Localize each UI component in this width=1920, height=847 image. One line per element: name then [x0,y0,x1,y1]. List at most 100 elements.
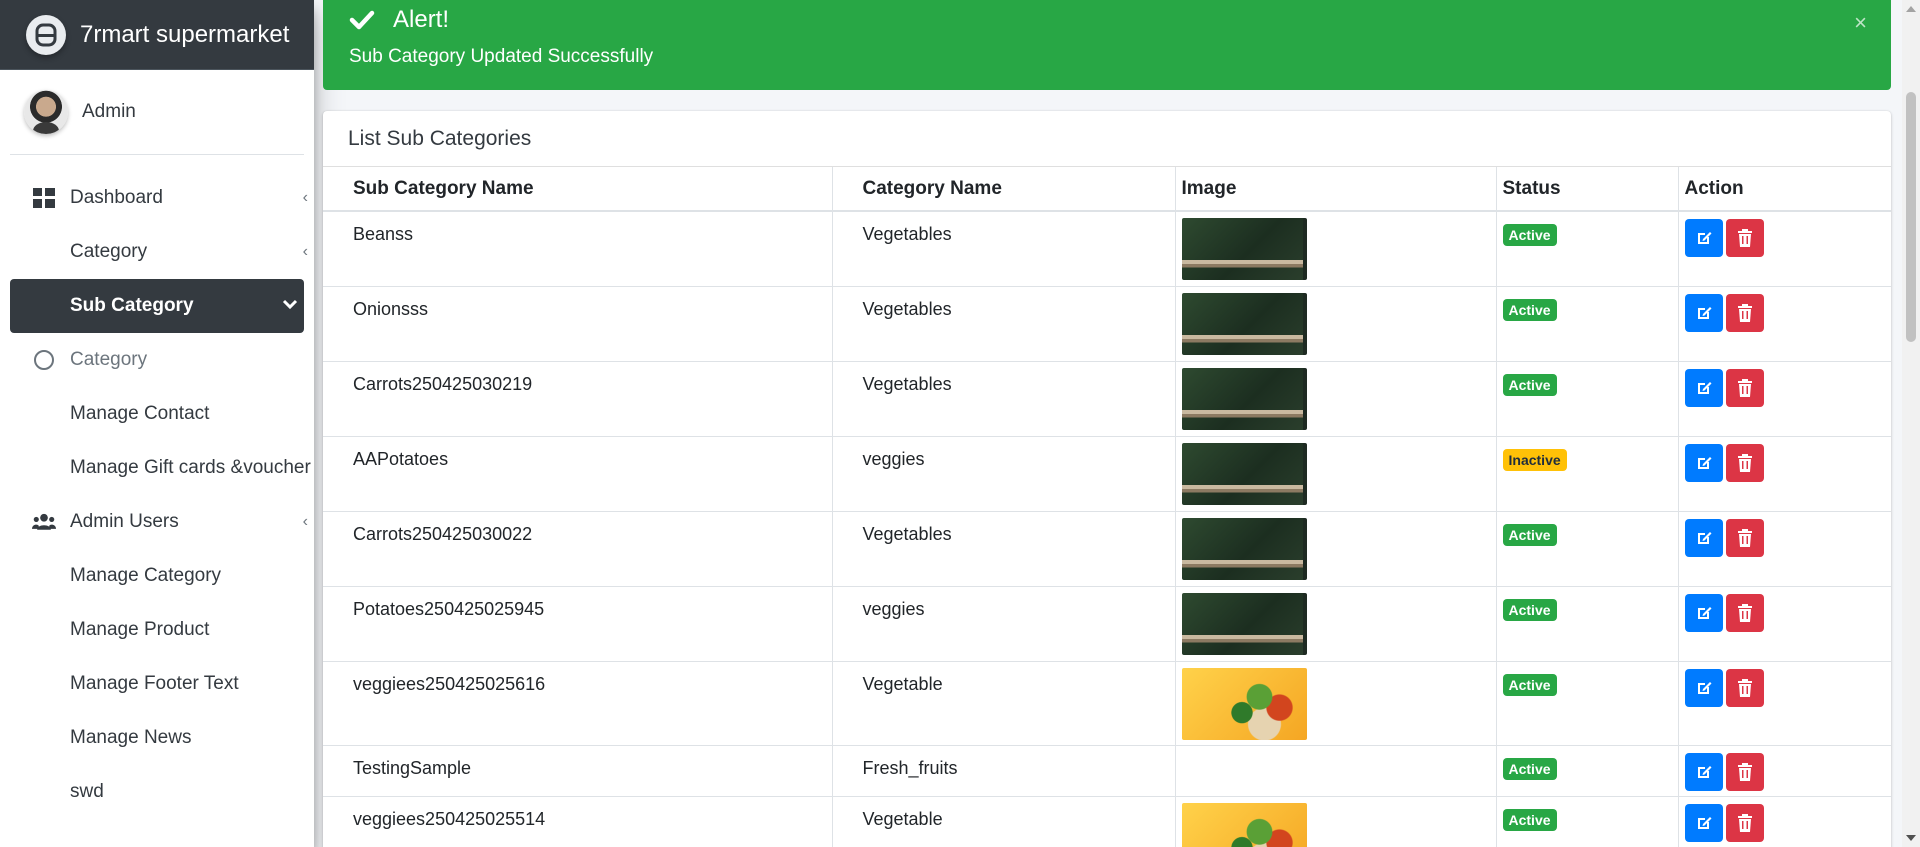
action-cell [1678,286,1891,362]
sidebar-item-manage-category[interactable]: Manage Category [10,549,304,603]
table-row: veggiees250425025616 Vegetable Active [323,661,1891,746]
sub-category-image [1181,592,1307,655]
edit-button[interactable] [1684,518,1723,557]
status-cell: Active [1496,661,1679,746]
delete-button[interactable] [1725,293,1764,332]
table-row: Beanss Vegetables Active [323,211,1891,287]
circle-icon [32,348,56,372]
status-badge[interactable]: Active [1502,224,1557,246]
category-name: Vegetables [832,361,1176,437]
delete-button[interactable] [1725,668,1764,707]
edit-button[interactable] [1684,593,1723,632]
image-cell [1175,661,1497,746]
table-row: Carrots250425030022 Vegetables Active [323,511,1891,587]
action-cell [1678,586,1891,662]
table-row: Onionsss Vegetables Active [323,286,1891,362]
delete-button[interactable] [1725,518,1764,557]
column-header: Action [1678,167,1891,212]
users-icon [32,510,56,534]
delete-button[interactable] [1725,752,1764,791]
sub-category-name: Potatoes250425025945 [323,586,833,662]
status-badge[interactable]: Active [1502,598,1557,621]
brand-link[interactable]: 7rmart supermarket [0,0,314,70]
sidebar-item-dashboard[interactable]: Dashboard ‹ [10,171,308,225]
trash-icon [1737,453,1753,472]
sidebar-item-sub-category[interactable]: Sub Category [10,279,304,333]
edit-button[interactable] [1684,443,1723,482]
trash-icon [1737,528,1753,547]
sidebar-item-category[interactable]: Category ‹ [10,225,308,279]
edit-button[interactable] [1684,368,1723,407]
brand-logo-icon [26,14,66,55]
sidebar-item-gift-cards[interactable]: Manage Gift cards &voucher [10,441,311,495]
status-badge[interactable]: Active [1502,373,1557,396]
sidebar-item-manage-contact[interactable]: Manage Contact [10,387,304,441]
sub-category-image [1181,367,1307,430]
trash-icon [1737,813,1753,832]
user-name: Admin [82,101,136,122]
status-badge[interactable]: Active [1502,808,1557,831]
scroll-thumb[interactable] [1906,92,1916,342]
edit-button[interactable] [1684,219,1723,257]
page-scrollbar[interactable] [1902,0,1920,847]
sidebar-item-label: Category [70,241,148,262]
edit-icon [1695,814,1713,832]
sidebar-item-manage-footer-text[interactable]: Manage Footer Text [10,657,304,711]
trash-icon [1737,603,1753,622]
edit-button[interactable] [1684,803,1723,842]
sidebar-item-label: Manage Footer Text [70,673,239,694]
trash-icon [1737,303,1753,322]
sidebar-item-manage-news[interactable]: Manage News [10,711,304,765]
status-badge[interactable]: Active [1502,298,1557,321]
action-cell [1678,211,1891,287]
trash-icon [1737,229,1753,247]
close-icon[interactable]: × [1854,10,1867,36]
delete-button[interactable] [1725,443,1764,482]
edit-icon [1695,379,1713,397]
status-badge[interactable]: Active [1502,523,1557,546]
success-alert: Alert! Sub Category Updated Successfully… [323,0,1891,90]
image-cell [1175,586,1497,662]
status-badge[interactable]: Inactive [1502,448,1567,471]
sidebar-item-label: Sub Category [70,295,194,316]
sidebar-item-manage-product[interactable]: Manage Product [10,603,304,657]
delete-button[interactable] [1725,368,1764,407]
status-cell: Active [1496,211,1679,287]
table-row: AAPotatoes veggies Inactive [323,436,1891,512]
sidebar-item-admin-users[interactable]: Admin Users ‹ [10,495,308,549]
trash-icon [1737,678,1753,697]
action-cell [1678,436,1891,512]
status-badge[interactable]: Active [1502,757,1557,780]
edit-button[interactable] [1684,668,1723,707]
scroll-down-icon[interactable] [1906,835,1916,841]
status-cell: Active [1496,511,1679,587]
image-cell [1175,436,1497,512]
sidebar-item-label: Admin Users [70,511,179,532]
column-header: Sub Category Name [323,167,833,212]
edit-button[interactable] [1684,293,1723,332]
sidebar-item-label: Category [70,349,148,370]
sidebar-item-label: Manage News [70,727,192,748]
scroll-up-icon[interactable] [1906,6,1916,12]
image-cell [1175,286,1497,362]
status-badge[interactable]: Active [1502,673,1557,696]
delete-button[interactable] [1725,803,1764,842]
user-panel[interactable]: Admin [10,70,304,155]
category-name: Vegetable [832,796,1176,847]
sub-category-name: AAPotatoes [323,436,833,512]
edit-button[interactable] [1684,752,1723,791]
brand-name: 7rmart supermarket [80,20,290,48]
sidebar-item-swd[interactable]: swd [10,765,304,819]
sidebar-item-label: Manage Gift cards &voucher [70,457,311,478]
sub-category-name: TestingSample [323,745,833,797]
delete-button[interactable] [1725,219,1764,257]
status-cell: Active [1496,745,1679,797]
sidebar-item-label: Manage Product [70,619,210,640]
alert-title-text: Alert! [393,6,450,33]
table-row: veggiees250425025514 Vegetable Active [323,796,1891,847]
sidebar-item-category-sub[interactable]: Category [10,333,304,387]
image-cell [1175,511,1497,587]
sub-category-name: veggiees250425025514 [323,796,833,847]
delete-button[interactable] [1725,593,1764,632]
action-cell [1678,511,1891,587]
